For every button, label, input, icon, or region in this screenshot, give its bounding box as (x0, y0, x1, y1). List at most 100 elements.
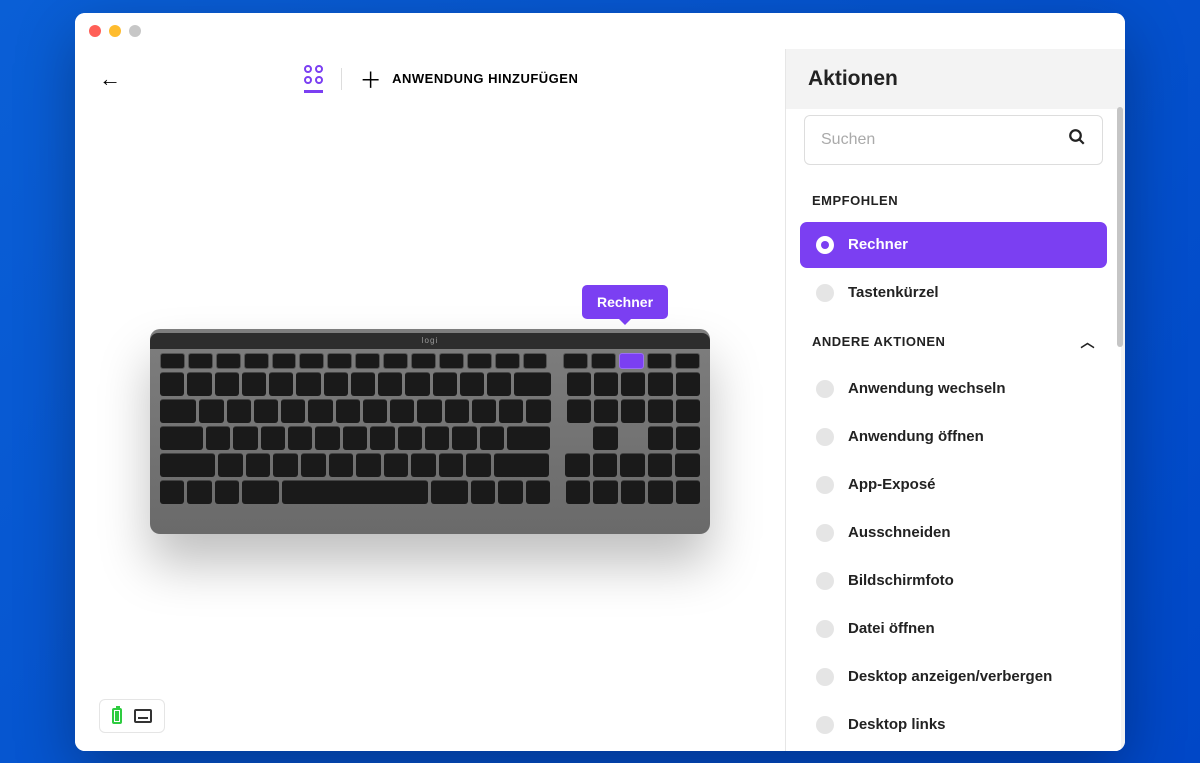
key[interactable] (329, 453, 354, 477)
key-fn[interactable] (160, 480, 184, 504)
key[interactable] (676, 372, 700, 396)
action-item[interactable]: Bildschirmfoto (800, 558, 1107, 604)
key-delete[interactable] (514, 372, 550, 396)
key[interactable] (218, 453, 243, 477)
key[interactable] (593, 426, 617, 450)
key[interactable] (187, 372, 211, 396)
key[interactable] (466, 453, 491, 477)
key[interactable] (425, 426, 449, 450)
key[interactable] (460, 372, 484, 396)
action-item[interactable]: Desktop rechts (800, 750, 1107, 751)
key[interactable] (242, 372, 266, 396)
scrollbar-thumb[interactable] (1117, 107, 1123, 347)
action-item[interactable]: Desktop links (800, 702, 1107, 748)
key-f6[interactable] (327, 353, 352, 369)
search-icon[interactable] (1068, 128, 1086, 151)
action-item[interactable]: Desktop anzeigen/verbergen (800, 654, 1107, 700)
key[interactable] (227, 399, 251, 423)
key[interactable] (621, 480, 645, 504)
scrollbar[interactable] (1117, 107, 1123, 747)
key-esc[interactable] (160, 353, 185, 369)
key[interactable] (594, 399, 618, 423)
key[interactable] (648, 453, 673, 477)
key[interactable] (411, 453, 436, 477)
key[interactable] (199, 399, 223, 423)
key[interactable] (565, 453, 590, 477)
key[interactable] (324, 372, 348, 396)
key[interactable] (288, 426, 312, 450)
key-opt[interactable] (215, 480, 239, 504)
key[interactable] (160, 372, 184, 396)
key[interactable] (593, 480, 617, 504)
key-cmd-right[interactable] (431, 480, 468, 504)
key[interactable] (269, 372, 293, 396)
key-f4[interactable] (272, 353, 297, 369)
key[interactable] (363, 399, 387, 423)
keyboard-device[interactable]: logi Rechner (150, 329, 710, 534)
action-item[interactable]: Tastenkürzel (800, 270, 1107, 316)
key[interactable] (356, 453, 381, 477)
key[interactable] (472, 399, 496, 423)
action-item[interactable]: Anwendung wechseln (800, 366, 1107, 412)
key[interactable] (343, 426, 367, 450)
key[interactable] (648, 372, 672, 396)
key[interactable] (233, 426, 257, 450)
key-return[interactable] (507, 426, 550, 450)
key[interactable] (621, 399, 645, 423)
key[interactable] (439, 453, 464, 477)
key[interactable] (384, 453, 409, 477)
key-opt-right[interactable] (471, 480, 495, 504)
action-item[interactable]: Rechner (800, 222, 1107, 268)
key[interactable] (567, 399, 591, 423)
key-eject[interactable] (523, 353, 548, 369)
action-item[interactable]: App-Exposé (800, 462, 1107, 508)
key[interactable] (261, 426, 285, 450)
key-f12[interactable] (495, 353, 520, 369)
key[interactable] (273, 453, 298, 477)
search-input[interactable] (821, 131, 1068, 149)
zoom-icon[interactable] (129, 25, 141, 37)
key[interactable] (433, 372, 457, 396)
key[interactable] (648, 480, 672, 504)
key[interactable] (281, 399, 305, 423)
key-fn1[interactable] (563, 353, 588, 369)
key-f9[interactable] (411, 353, 436, 369)
key[interactable] (620, 453, 645, 477)
key[interactable] (315, 426, 339, 450)
key[interactable] (480, 426, 504, 450)
key-f10[interactable] (439, 353, 464, 369)
key-fn5[interactable] (675, 353, 700, 369)
key[interactable] (246, 453, 271, 477)
key-shift-right[interactable] (494, 453, 549, 477)
key[interactable] (398, 426, 422, 450)
key[interactable] (676, 399, 700, 423)
key[interactable] (206, 426, 230, 450)
key-ctrl[interactable] (187, 480, 211, 504)
key-f8[interactable] (383, 353, 408, 369)
key[interactable] (445, 399, 469, 423)
key[interactable] (499, 399, 523, 423)
action-item[interactable]: Datei öffnen (800, 606, 1107, 652)
key[interactable] (526, 399, 550, 423)
key[interactable] (351, 372, 375, 396)
add-application-button[interactable]: ＋ ANWENDUNG HINZUFÜGEN (360, 63, 579, 95)
key-shift-left[interactable] (160, 453, 215, 477)
key-cmd[interactable] (242, 480, 279, 504)
key[interactable] (296, 372, 320, 396)
key[interactable] (215, 372, 239, 396)
key[interactable] (498, 480, 522, 504)
key-f11[interactable] (467, 353, 492, 369)
key[interactable] (378, 372, 402, 396)
key-enter[interactable] (676, 480, 700, 504)
key-tab[interactable] (160, 399, 196, 423)
key[interactable] (336, 399, 360, 423)
other-section-header[interactable]: ANDERE AKTIONEN ︿ (800, 318, 1107, 366)
search-box[interactable] (804, 115, 1103, 165)
key[interactable] (390, 399, 414, 423)
key-calculator[interactable] (619, 353, 644, 369)
key[interactable] (417, 399, 441, 423)
key[interactable] (676, 426, 700, 450)
key[interactable] (526, 480, 550, 504)
key-f2[interactable] (216, 353, 241, 369)
key[interactable] (405, 372, 429, 396)
